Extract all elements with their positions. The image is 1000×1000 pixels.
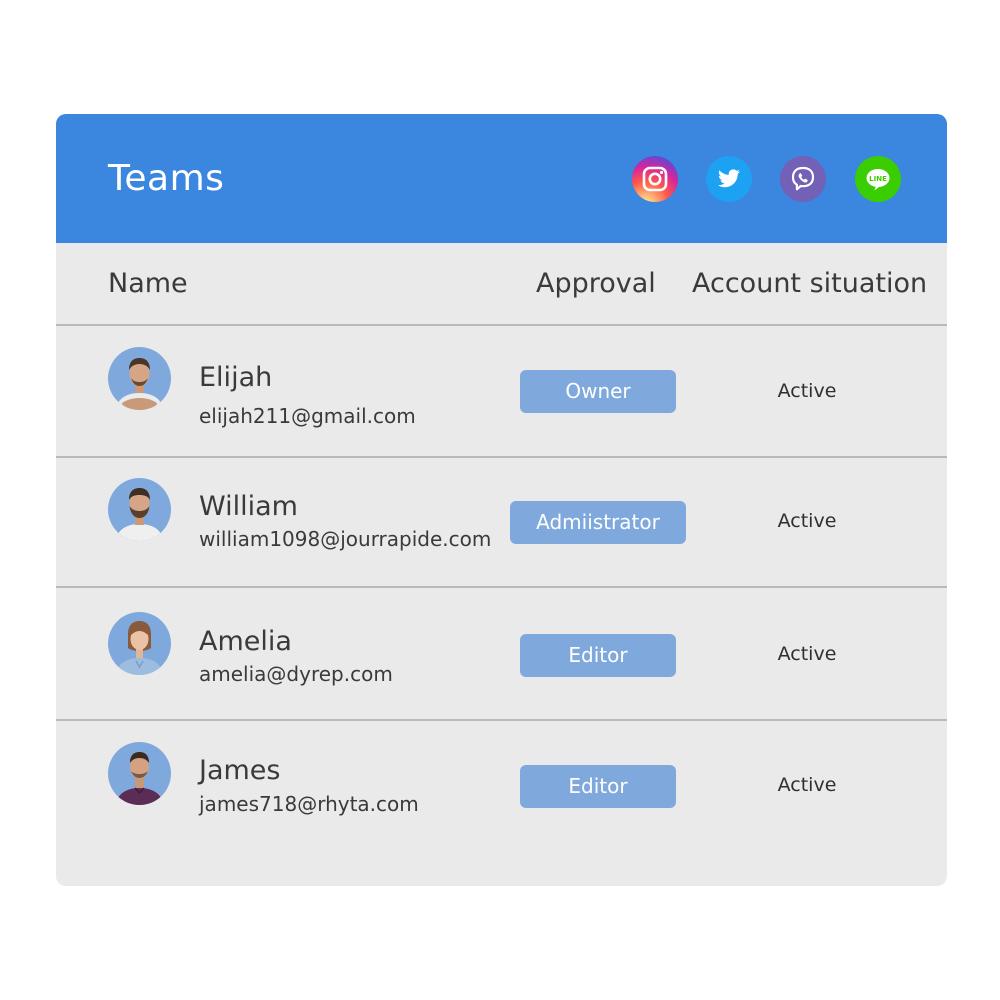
member-name: James	[199, 755, 281, 786]
status-text: Active	[777, 643, 837, 665]
member-email: elijah211@gmail.com	[199, 404, 416, 428]
role-badge[interactable]: Owner	[520, 370, 676, 413]
divider	[56, 456, 947, 458]
page-title: Teams	[108, 158, 225, 199]
role-badge[interactable]: Editor	[520, 634, 676, 677]
member-email: james718@rhyta.com	[199, 792, 419, 816]
avatar	[108, 612, 171, 675]
teams-header: Teams LINE	[56, 114, 947, 243]
avatar	[108, 742, 171, 805]
twitter-icon[interactable]	[706, 156, 752, 202]
line-icon-label: LINE	[869, 175, 887, 183]
divider	[56, 719, 947, 721]
status-text: Active	[777, 380, 837, 402]
column-header-name: Name	[108, 268, 188, 299]
avatar	[108, 478, 171, 541]
status-text: Active	[777, 774, 837, 796]
member-email: amelia@dyrep.com	[199, 662, 393, 686]
member-email: william1098@jourrapide.com	[199, 527, 492, 551]
divider	[56, 324, 947, 326]
avatar	[108, 347, 171, 410]
member-name: Amelia	[199, 626, 292, 657]
column-header-approval: Approval	[536, 268, 656, 299]
status-text: Active	[777, 510, 837, 532]
viber-icon[interactable]	[780, 156, 826, 202]
member-name: Elijah	[199, 362, 273, 393]
column-header-account-situation: Account situation	[692, 268, 928, 299]
divider	[56, 586, 947, 588]
line-icon[interactable]: LINE	[855, 156, 901, 202]
instagram-icon[interactable]	[632, 156, 678, 202]
role-badge[interactable]: Editor	[520, 765, 676, 808]
role-badge[interactable]: Admiistrator	[510, 501, 686, 544]
member-name: William	[199, 491, 298, 522]
teams-card: Teams LINE Name Approval Account situati…	[56, 114, 947, 886]
